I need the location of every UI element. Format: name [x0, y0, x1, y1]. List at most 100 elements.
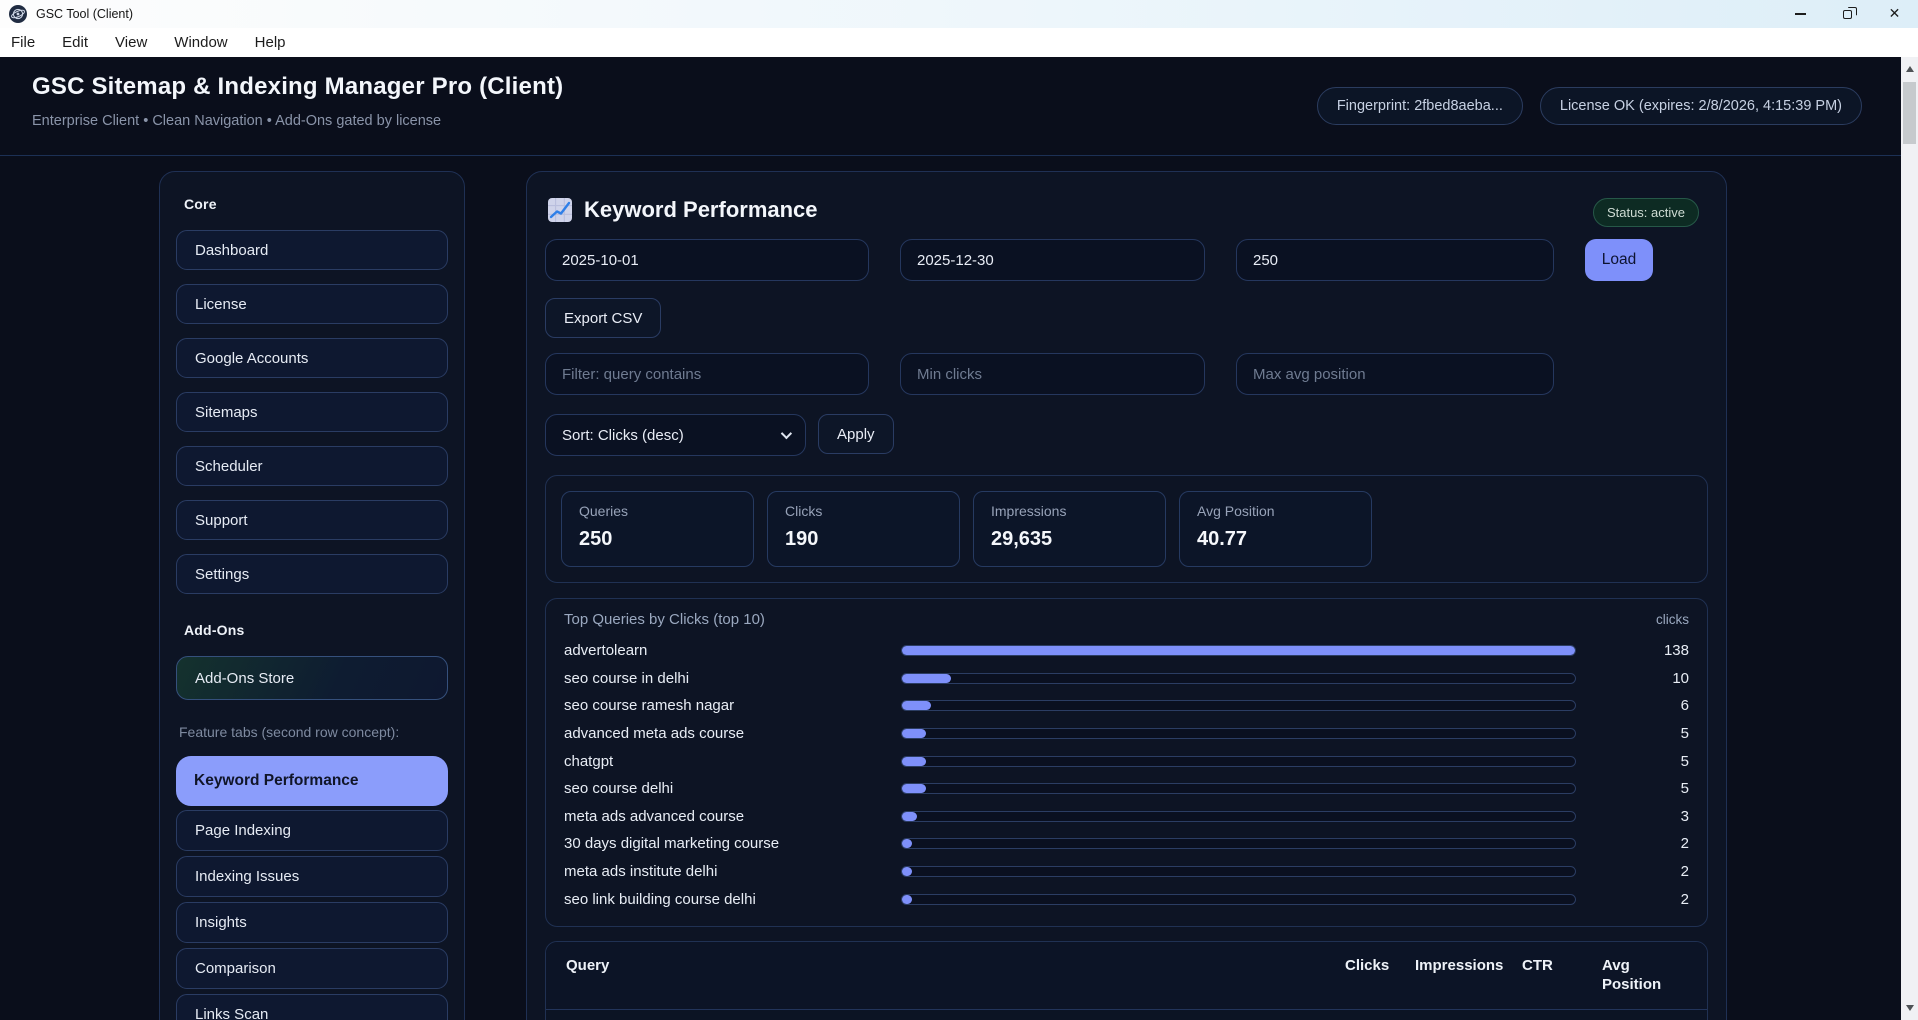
stat-label: Queries [579, 503, 736, 519]
stat-value: 29,635 [991, 528, 1148, 551]
menu-bar: File Edit View Window Help [0, 28, 1918, 57]
sidebar-core-items: Dashboard License Google Accounts Sitemaps S… [176, 230, 448, 594]
query-filter-input[interactable] [545, 353, 869, 395]
tab-insights[interactable]: Insights [176, 902, 448, 943]
down-arrow-icon[interactable] [1906, 1005, 1914, 1011]
table-header-ctr: CTR [1522, 957, 1602, 995]
chart-bar-fill [902, 757, 926, 766]
up-arrow-icon[interactable] [1906, 66, 1914, 72]
chart-rows: advertolearn138seo course in delhi10seo … [564, 637, 1689, 913]
table-row[interactable]: advertolearn13837636.7%1.17 [546, 1010, 1707, 1020]
chart-bar-value: 6 [1576, 697, 1689, 714]
chart-row-chatgpt: chatgpt 5 [564, 747, 1689, 775]
chart-bar-fill [902, 895, 912, 904]
chart-bar-label: seo course in delhi [564, 670, 901, 687]
chart-bar-track [901, 811, 1576, 822]
chart-bar-value: 5 [1576, 780, 1689, 797]
min-clicks-input[interactable] [900, 353, 1205, 395]
feature-tabs: Keyword PerformancePage Indexing Indexing… [176, 756, 448, 1020]
sidebar-item-google-accounts[interactable]: Google Accounts [176, 338, 448, 378]
status-badge: Status: active [1593, 198, 1699, 227]
table-header-clicks: Clicks [1345, 957, 1415, 995]
sort-select[interactable]: Sort: Clicks (desc) [545, 414, 806, 456]
app-window: GSC Sitemap & Indexing Manager Pro (Clie… [0, 57, 1918, 1020]
max-avg-position-input[interactable] [1236, 353, 1554, 395]
page-subtitle: Enterprise Client • Clean Navigation • A… [32, 113, 441, 129]
restore-button[interactable] [1824, 0, 1871, 28]
sort-row: Sort: Clicks (desc) Apply [545, 414, 1708, 456]
sidebar-item-license[interactable]: License [176, 284, 448, 324]
chart-row-meta-ads-institute-delhi: meta ads institute delhi 2 [564, 858, 1689, 886]
chart-bar-value: 5 [1576, 753, 1689, 770]
chart-bar-label: advertolearn [564, 642, 901, 659]
chart-row-meta-ads-advanced-course: meta ads advanced course3 [564, 803, 1689, 831]
stat-label: Clicks [785, 503, 942, 519]
menu-help[interactable]: Help [255, 34, 286, 51]
sidebar-item-add-ons-store[interactable]: Add-Ons Store [176, 656, 448, 700]
start-date-input[interactable] [545, 239, 869, 281]
stat-card-avg-position: Avg Position40.77 [1179, 491, 1372, 567]
close-button[interactable]: ✕ [1871, 0, 1918, 28]
panel-title-row: Keyword Performance [547, 197, 1708, 223]
menu-view[interactable]: View [115, 34, 147, 51]
chart-bar-value: 2 [1576, 891, 1689, 908]
table-header-row: QueryClicksImpressionsCTRAvg Position [546, 942, 1707, 1011]
row-limit-input[interactable] [1236, 239, 1554, 281]
table-header-query: Query [566, 957, 1345, 995]
menu-edit[interactable]: Edit [62, 34, 88, 51]
chart-bar-track [901, 894, 1576, 905]
summary-stats-panel: Queries250 Clicks 190 Impressions 29,635 Avg … [545, 475, 1708, 583]
chart-bar-fill [902, 729, 926, 738]
sidebar-item-settings[interactable]: Settings [176, 554, 448, 594]
chevron-down-icon [781, 428, 792, 439]
chart-bar-track [901, 700, 1576, 711]
chart-row-seo-link-building-course-delhi: seo link building course delhi 2 [564, 885, 1689, 913]
minimize-button[interactable] [1777, 0, 1824, 28]
chart-bar-value: 2 [1576, 863, 1689, 880]
tab-keyword-performance[interactable]: Keyword Performance [176, 756, 448, 806]
sidebar-item-support[interactable]: Support [176, 500, 448, 540]
sidebar-addons-label: Add-Ons [184, 622, 448, 638]
chart-bar-track [901, 866, 1576, 877]
license-badge[interactable]: License OK (expires: 2/8/2026, 4:15:39 P… [1540, 87, 1862, 125]
chart-bar-track [901, 783, 1576, 794]
tab-page-indexing[interactable]: Page Indexing [176, 810, 448, 851]
sort-select-value: Sort: Clicks (desc) [562, 427, 684, 444]
chart-row-seo-course-ramesh-nagar: seo course ramesh nagar6 [564, 692, 1689, 720]
stat-card-clicks: Clicks 190 [767, 491, 960, 567]
sidebar-item-sitemaps[interactable]: Sitemaps [176, 392, 448, 432]
sidebar: Core DashboardLicenseGoogle AccountsSite… [159, 171, 465, 1020]
window-controls: ✕ [1777, 0, 1918, 28]
scrollbar-thumb[interactable] [1903, 82, 1916, 144]
load-controls-row: Load [545, 239, 1708, 281]
stat-label: Impressions [991, 503, 1148, 519]
minimize-icon [1795, 13, 1806, 14]
vertical-scrollbar[interactable] [1901, 57, 1918, 1020]
tab-links-scan[interactable]: Links Scan [176, 994, 448, 1020]
close-icon: ✕ [1889, 7, 1901, 21]
chart-bar-label: seo link building course delhi [564, 891, 901, 908]
table-header-avg-position: Avg Position [1602, 957, 1687, 995]
apply-button[interactable]: Apply [818, 414, 894, 454]
stat-value: 190 [785, 528, 942, 551]
chart-bar-track [901, 838, 1576, 849]
chart-bar-value: 10 [1576, 670, 1689, 687]
chart-unit-label: clicks [1656, 612, 1689, 627]
menu-file[interactable]: File [11, 34, 35, 51]
chart-bar-label: 30 days digital marketing course [564, 835, 901, 852]
sidebar-item-dashboard[interactable]: Dashboard [176, 230, 448, 270]
chart-bar-label: chatgpt [564, 753, 901, 770]
fingerprint-badge[interactable]: Fingerprint: 2fbed8aeba... [1317, 87, 1523, 125]
menu-window[interactable]: Window [174, 34, 227, 51]
feature-tabs-note: Feature tabs (second row concept): [179, 724, 448, 740]
tab-indexing-issues[interactable]: Indexing Issues [176, 856, 448, 897]
chart-header: Top Queries by Clicks (top 10) clicks [564, 611, 1689, 628]
chart-bar-label: meta ads institute delhi [564, 863, 901, 880]
export-csv-button[interactable]: Export CSV [545, 298, 661, 338]
sidebar-item-scheduler[interactable]: Scheduler [176, 446, 448, 486]
load-button[interactable]: Load [1585, 239, 1653, 281]
tab-comparison[interactable]: Comparison [176, 948, 448, 989]
page-title: GSC Sitemap & Indexing Manager Pro (Clie… [32, 73, 563, 101]
stat-card-queries: Queries250 [561, 491, 754, 567]
end-date-input[interactable] [900, 239, 1205, 281]
